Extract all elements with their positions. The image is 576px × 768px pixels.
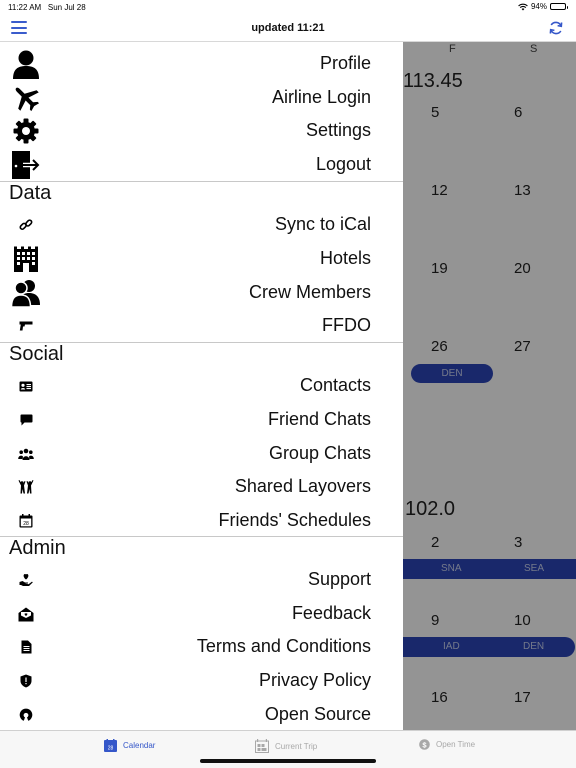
- menu-item-label: Settings: [305, 120, 371, 140]
- menu-item-support[interactable]: Support: [0, 563, 403, 597]
- menu-item-hotels[interactable]: Hotels: [0, 242, 403, 276]
- menu-item-label: Feedback: [291, 603, 371, 623]
- contact-card-icon: [8, 371, 44, 401]
- tab-current-trip[interactable]: Current Trip: [255, 739, 317, 753]
- people-cheering-icon: [8, 472, 44, 502]
- document-icon: [8, 632, 44, 662]
- menu-item-label: Shared Layovers: [234, 476, 371, 496]
- page-title: updated 11:21: [251, 22, 325, 34]
- dollar-coin-icon: $: [419, 739, 430, 750]
- dim-overlay[interactable]: [403, 42, 576, 730]
- menu-item-crew-members[interactable]: Crew Members: [0, 276, 403, 310]
- tab-open-time[interactable]: $ Open Time: [419, 739, 475, 750]
- menu-item-friends-schedules[interactable]: 28 Friends' Schedules: [0, 504, 403, 538]
- menu-item-sync-ical[interactable]: Sync to iCal: [0, 208, 403, 242]
- menu-item-airline-login[interactable]: Airline Login: [0, 81, 403, 115]
- section-title: Social: [9, 343, 64, 365]
- calendar-icon-day: 28: [108, 746, 114, 752]
- building-icon: [8, 244, 44, 274]
- users-icon: [8, 278, 44, 308]
- menu-item-label: Friend Chats: [267, 409, 371, 429]
- person-icon: [8, 49, 44, 79]
- status-date: Sun Jul 28: [47, 3, 86, 12]
- menu-item-label: Contacts: [299, 375, 371, 395]
- menu-item-label: Friends' Schedules: [218, 510, 371, 530]
- refresh-icon[interactable]: [548, 20, 564, 36]
- status-time-date: 11:22 AM Sun Jul 28: [8, 3, 86, 12]
- airplane-icon: [8, 83, 44, 113]
- side-drawer: Profile Airline Login Settings Logout Da…: [0, 42, 403, 730]
- calendar-icon: 28: [104, 739, 117, 752]
- chat-bubble-icon: [8, 405, 44, 435]
- menu-item-label: Support: [307, 569, 371, 589]
- menu-item-open-source[interactable]: Open Source: [0, 698, 403, 732]
- link-icon: [8, 210, 44, 240]
- menu-item-label: FFDO: [322, 315, 371, 335]
- menu-item-group-chats[interactable]: Group Chats: [0, 437, 403, 471]
- menu-item-terms[interactable]: Terms and Conditions: [0, 630, 403, 664]
- battery-percent: 94%: [530, 2, 547, 11]
- menu-item-shared-layovers[interactable]: Shared Layovers: [0, 470, 403, 504]
- section-title: Data: [9, 182, 52, 204]
- wifi-icon: [518, 3, 528, 10]
- tab-label: Calendar: [123, 741, 156, 750]
- status-bar: 11:22 AM Sun Jul 28 94%: [0, 0, 576, 14]
- menu-item-contacts[interactable]: Contacts: [0, 369, 403, 403]
- open-source-icon: [8, 700, 44, 730]
- menu-item-friend-chats[interactable]: Friend Chats: [0, 403, 403, 437]
- menu-item-feedback[interactable]: Feedback: [0, 597, 403, 631]
- logout-icon: [8, 150, 44, 180]
- menu-item-label: Hotels: [319, 248, 371, 268]
- calendar-icon: 28: [8, 506, 44, 536]
- menu-item-label: Privacy Policy: [258, 670, 371, 690]
- tab-label: Open Time: [436, 740, 476, 749]
- calendar-icon-day: 28: [23, 521, 29, 527]
- nav-bar: updated 11:21: [0, 14, 576, 42]
- tab-label: Current Trip: [275, 741, 318, 751]
- group-icon: [8, 439, 44, 469]
- menu-item-label: Sync to iCal: [274, 214, 371, 234]
- menu-item-profile[interactable]: Profile: [0, 47, 403, 81]
- menu-item-label: Terms and Conditions: [196, 636, 371, 656]
- tab-calendar[interactable]: 28 Calendar: [104, 739, 155, 752]
- status-right: 94%: [518, 2, 568, 11]
- gear-icon: [8, 116, 44, 146]
- trip-icon: [255, 739, 269, 753]
- menu-item-label: Profile: [319, 53, 371, 73]
- battery-icon: [550, 3, 568, 10]
- shield-icon: [8, 666, 44, 696]
- menu-item-label: Airline Login: [271, 87, 371, 107]
- pistol-icon: [8, 311, 44, 341]
- envelope-open-icon: [8, 599, 44, 629]
- status-time: 11:22 AM: [8, 3, 42, 12]
- section-title: Admin: [9, 537, 66, 559]
- menu-item-logout[interactable]: Logout: [0, 148, 403, 182]
- menu-item-label: Logout: [315, 154, 371, 174]
- menu-item-label: Open Source: [264, 704, 371, 724]
- home-indicator[interactable]: [200, 759, 376, 763]
- menu-item-settings[interactable]: Settings: [0, 114, 403, 148]
- menu-item-label: Crew Members: [248, 282, 371, 302]
- menu-item-label: Group Chats: [268, 443, 371, 463]
- menu-item-privacy-policy[interactable]: Privacy Policy: [0, 664, 403, 698]
- menu-item-ffdo[interactable]: FFDO: [0, 309, 403, 343]
- hand-heart-icon: [8, 565, 44, 595]
